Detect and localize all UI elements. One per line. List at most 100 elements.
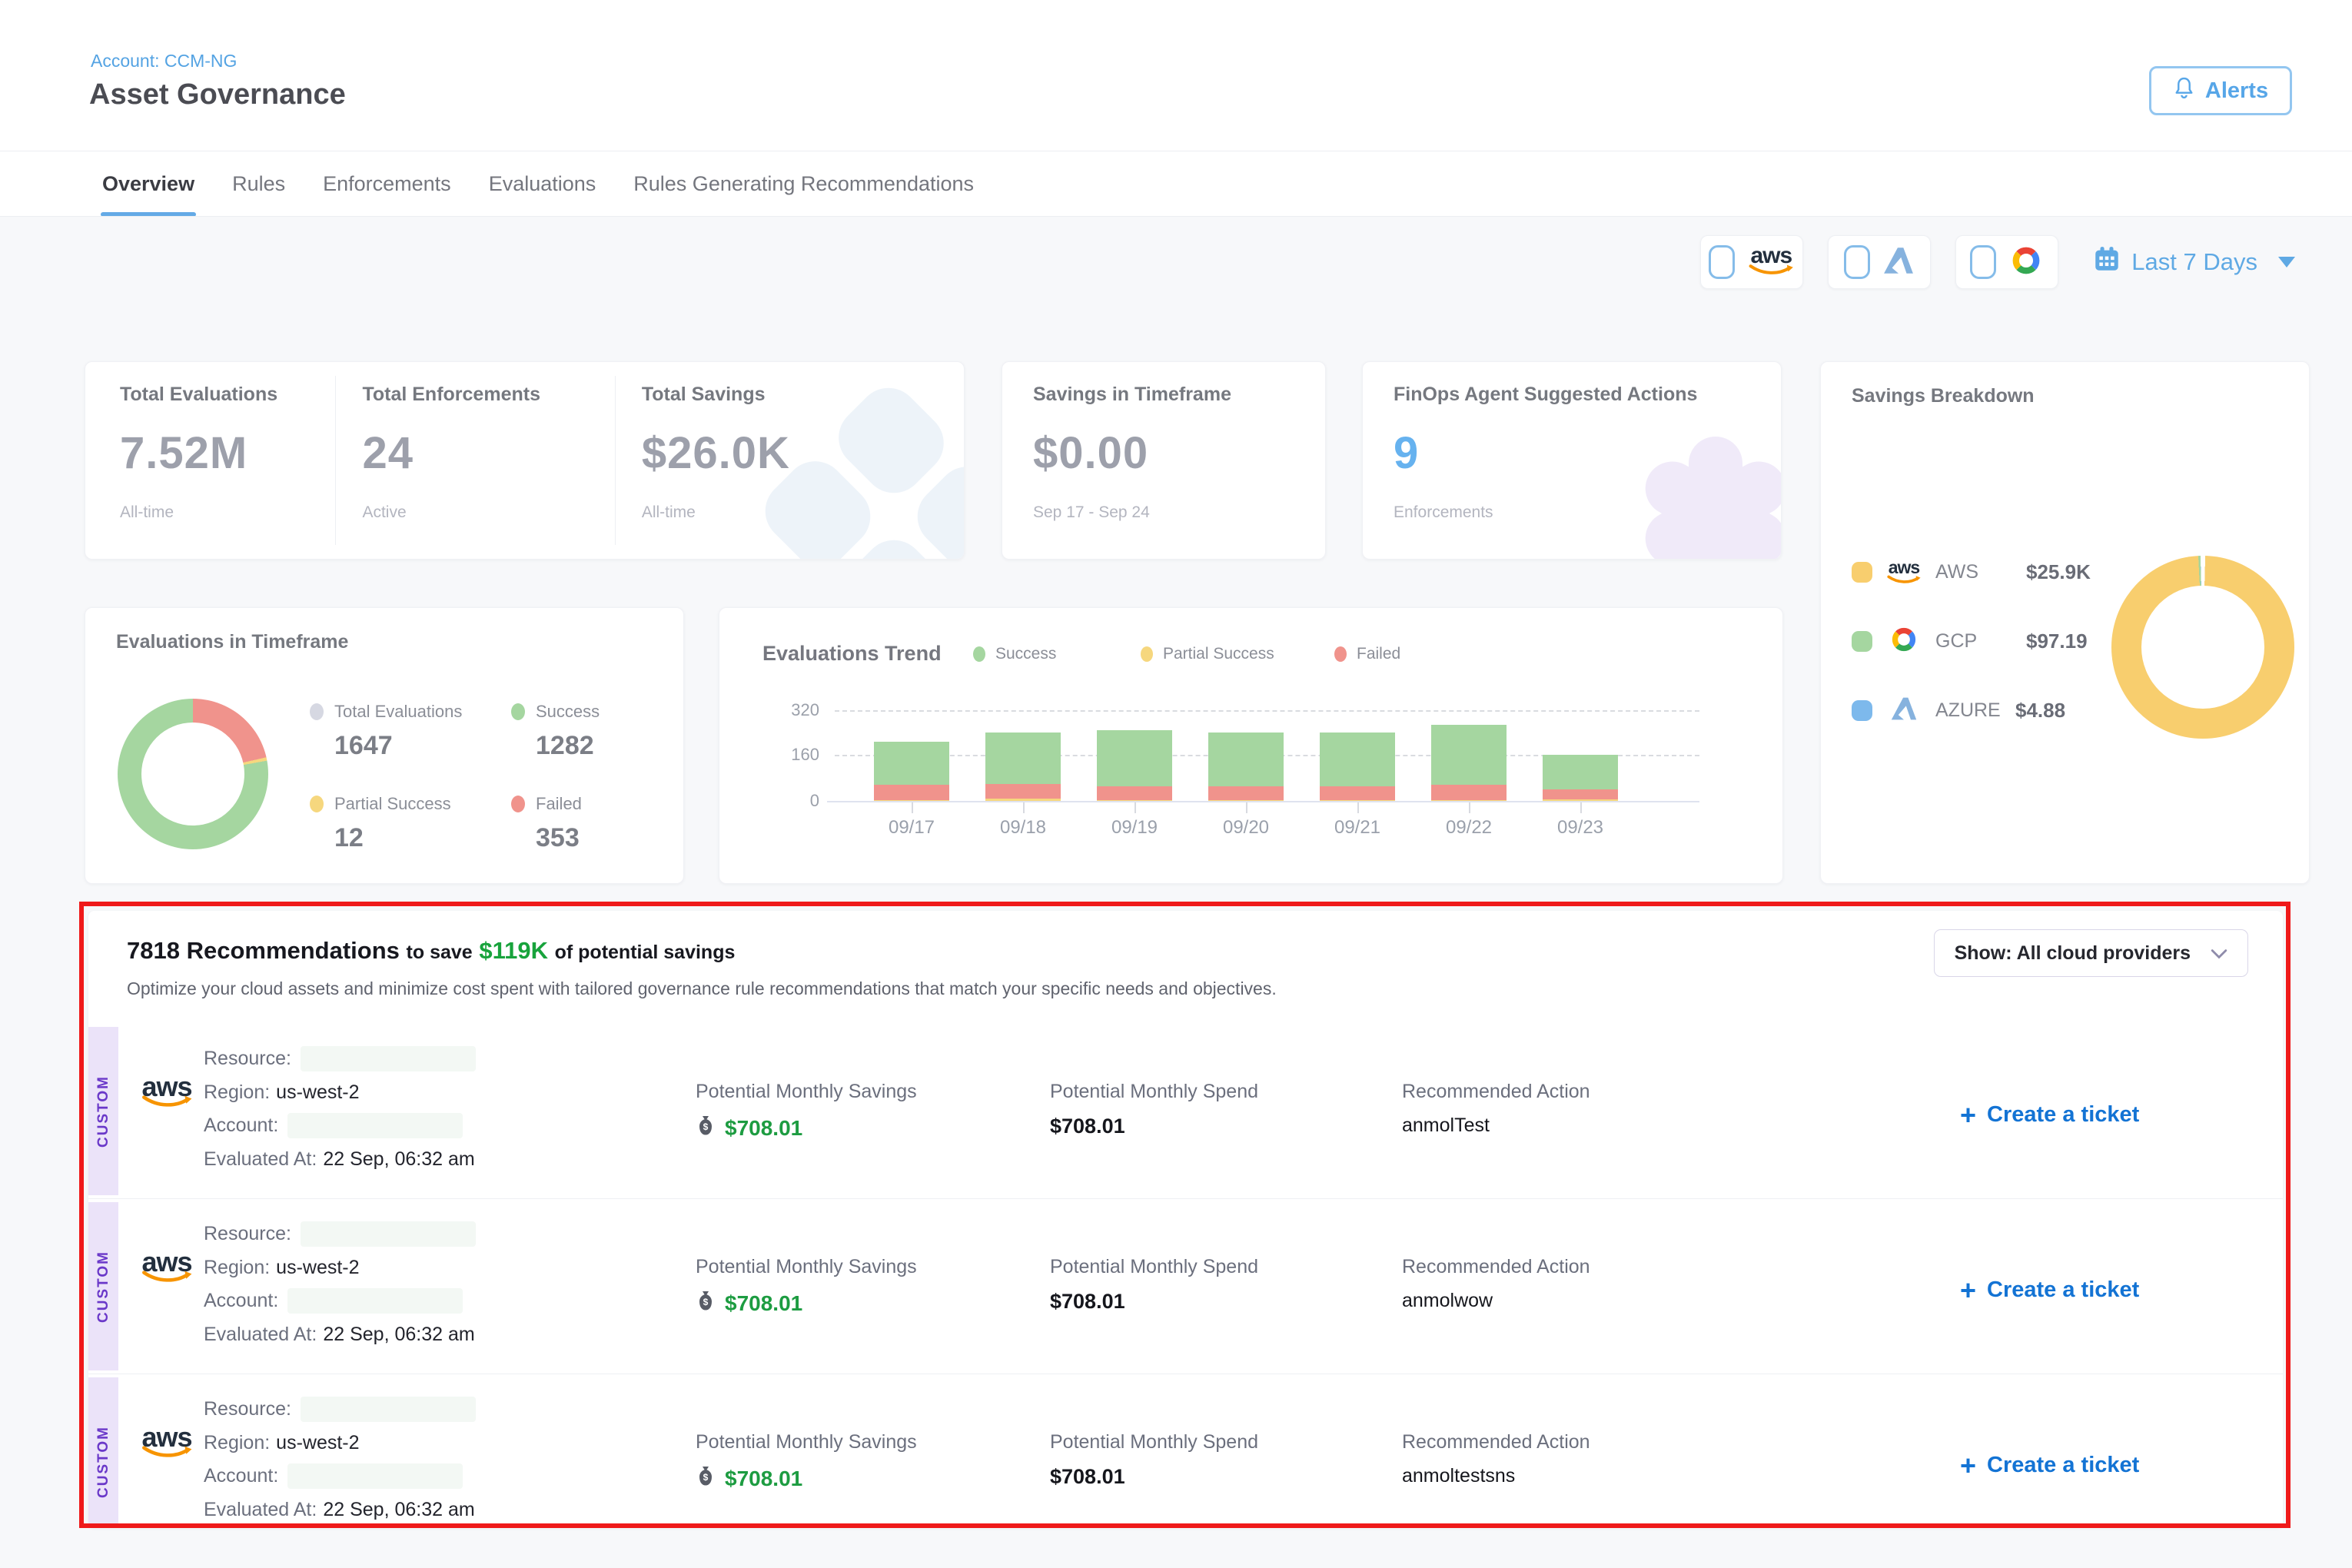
create-ticket-button[interactable]: + Create a ticket [1960, 1102, 2139, 1128]
savings-in-timeframe-card: Savings in Timeframe $0.00 Sep 17 - Sep … [1002, 361, 1326, 560]
chevron-down-icon [2278, 257, 2295, 267]
tab-bar: Overview Rules Enforcements Evaluations … [102, 151, 974, 217]
filter-provider-gcp[interactable] [1955, 235, 2058, 289]
account-breadcrumb[interactable]: Account: CCM-NG [91, 51, 237, 71]
recommendation-row[interactable]: CUSTOM aws Resource: Region:us-west-2 Ac… [88, 1024, 2283, 1199]
redacted-resource [301, 1221, 476, 1247]
filter-provider-azure[interactable] [1828, 235, 1931, 289]
svg-text:$: $ [703, 1297, 709, 1307]
create-ticket-button[interactable]: + Create a ticket [1960, 1277, 2139, 1303]
tab-enforcements[interactable]: Enforcements [323, 151, 451, 217]
redacted-resource [301, 1397, 476, 1422]
evaluated-at-value: 22 Sep, 06:32 am [323, 1148, 474, 1170]
monthly-savings-value: $708.01 [725, 1467, 802, 1491]
evaluations-in-timeframe-card: Evaluations in Timeframe Total Evaluatio… [85, 607, 684, 884]
monthly-spend-value: $708.01 [1050, 1290, 1125, 1314]
gcp-icon [2008, 243, 2044, 282]
azure-legend-chip [1852, 700, 1872, 721]
aws-icon: aws [1747, 248, 1795, 276]
evaluated-at-value: 22 Sep, 06:32 am [323, 1324, 474, 1345]
y-axis-tick-160: 160 [758, 745, 819, 765]
date-range-label: Last 7 Days [2131, 248, 2257, 276]
filter-provider-aws[interactable]: aws [1700, 235, 1803, 289]
aws-icon: aws [139, 1430, 194, 1459]
alerts-button[interactable]: Alerts [2149, 66, 2292, 115]
potential-monthly-spend-column: Potential Monthly Spend $708.01 [1050, 1081, 1258, 1138]
aws-legend-chip [1852, 562, 1872, 583]
stat-total-evaluations: Total Evaluations 7.52M All-time [85, 362, 335, 559]
total-evaluations-value: 7.52M [120, 427, 335, 479]
savings-breakdown-row-aws: aws AWS $25.9K [1852, 553, 2091, 591]
failed-dot [511, 796, 525, 812]
recommendations-panel: 7818 Recommendations to save $119K of po… [88, 911, 2283, 1528]
recommendations-title: 7818 Recommendations to save $119K of po… [127, 937, 735, 965]
tab-overview[interactable]: Overview [102, 151, 194, 217]
stat-total-enforcements: Total Enforcements 24 Active [335, 362, 614, 559]
resource-details: Resource: Region:us-west-2 Account: Eval… [204, 1042, 476, 1176]
partial-success-count: 12 [334, 823, 451, 853]
x-axis-tick [1023, 802, 1025, 813]
gcp-checkbox[interactable] [1970, 245, 1996, 279]
potential-monthly-savings-column: Potential Monthly Savings $ $708.01 [696, 1081, 917, 1141]
plus-icon: + [1960, 1454, 1976, 1477]
recommendation-row[interactable]: CUSTOM aws Resource: Region:us-west-2 Ac… [88, 1199, 2283, 1374]
azure-savings-value: $4.88 [2015, 699, 2065, 723]
gcp-savings-value: $97.19 [2026, 630, 2088, 653]
savings-breakdown-donut-chart [2111, 556, 2294, 739]
summary-stats-card: Total Evaluations 7.52M All-time Total E… [85, 361, 965, 560]
create-ticket-button[interactable]: + Create a ticket [1960, 1453, 2139, 1478]
recommendation-row[interactable]: CUSTOM aws Resource: Region:us-west-2 Ac… [88, 1374, 2283, 1528]
aws-icon: aws [139, 1079, 194, 1108]
y-axis-tick-0: 0 [758, 791, 819, 811]
tab-rules-generating-recommendations[interactable]: Rules Generating Recommendations [633, 151, 974, 217]
savings-breakdown-row-gcp: GCP $97.19 [1852, 622, 2088, 660]
top-bar: Account: CCM-NG Asset Governance Alerts … [0, 0, 2352, 217]
recommendations-description: Optimize your cloud assets and minimize … [127, 978, 1277, 999]
x-axis-label: 09/17 [858, 817, 965, 839]
monthly-spend-value: $708.01 [1050, 1465, 1125, 1489]
aws-checkbox[interactable] [1709, 245, 1735, 279]
monthly-spend-value: $708.01 [1050, 1115, 1125, 1138]
total-evaluations-dot [310, 703, 324, 720]
legend-partial-success: Partial Success 12 [310, 794, 451, 853]
tab-rules[interactable]: Rules [232, 151, 285, 217]
savings-in-timeframe-value: $0.00 [1033, 427, 1325, 479]
azure-checkbox[interactable] [1844, 245, 1870, 279]
redacted-account [287, 1113, 463, 1138]
x-axis-label: 09/22 [1415, 817, 1523, 839]
date-range-picker[interactable]: Last 7 Days [2094, 246, 2295, 278]
redacted-resource [301, 1046, 476, 1071]
azure-icon [1882, 246, 1915, 279]
savings-breakdown-card: Savings Breakdown aws AWS $25.9K GCP $97… [1820, 361, 2310, 884]
redacted-account [287, 1288, 463, 1314]
flower-watermark-icon [1627, 425, 1782, 560]
plus-icon: + [1960, 1279, 1976, 1302]
partial-success-dot [310, 796, 324, 812]
chevron-down-icon [2211, 942, 2227, 965]
region-value: us-west-2 [276, 1432, 359, 1453]
cloud-provider-filter-dropdown[interactable]: Show: All cloud providers [1934, 929, 2248, 977]
potential-monthly-savings-column: Potential Monthly Savings $ $708.01 [696, 1431, 917, 1492]
legend-success: Success 1282 [511, 702, 600, 761]
x-axis-tick [1469, 802, 1470, 813]
custom-rule-badge: CUSTOM [88, 1377, 118, 1528]
page-title: Asset Governance [89, 78, 346, 111]
x-axis-label: 09/23 [1526, 817, 1634, 839]
x-axis-labels: 09/1709/1809/1909/2009/2109/2209/23 [835, 608, 1699, 885]
gcp-legend-chip [1852, 631, 1872, 652]
total-enforcements-value: 24 [362, 427, 614, 479]
azure-icon [1886, 696, 1922, 726]
tabs-divider [0, 216, 2352, 217]
success-count: 1282 [536, 731, 600, 761]
recommendations-list: CUSTOM aws Resource: Region:us-west-2 Ac… [88, 1024, 2283, 1528]
resource-details: Resource: Region:us-west-2 Account: Eval… [204, 1218, 476, 1351]
svg-text:$: $ [703, 1472, 709, 1483]
finops-agent-card: FinOps Agent Suggested Actions 9 Enforce… [1362, 361, 1782, 560]
potential-monthly-spend-column: Potential Monthly Spend $708.01 [1050, 1256, 1258, 1314]
x-axis-label: 09/19 [1081, 817, 1188, 839]
tab-evaluations[interactable]: Evaluations [489, 151, 596, 217]
success-dot [511, 703, 525, 720]
custom-rule-badge: CUSTOM [88, 1027, 118, 1195]
recommended-action-column: Recommended Action anmoltestsns [1402, 1431, 1590, 1487]
evaluations-trend-card: Evaluations Trend Success Partial Succes… [719, 607, 1783, 884]
